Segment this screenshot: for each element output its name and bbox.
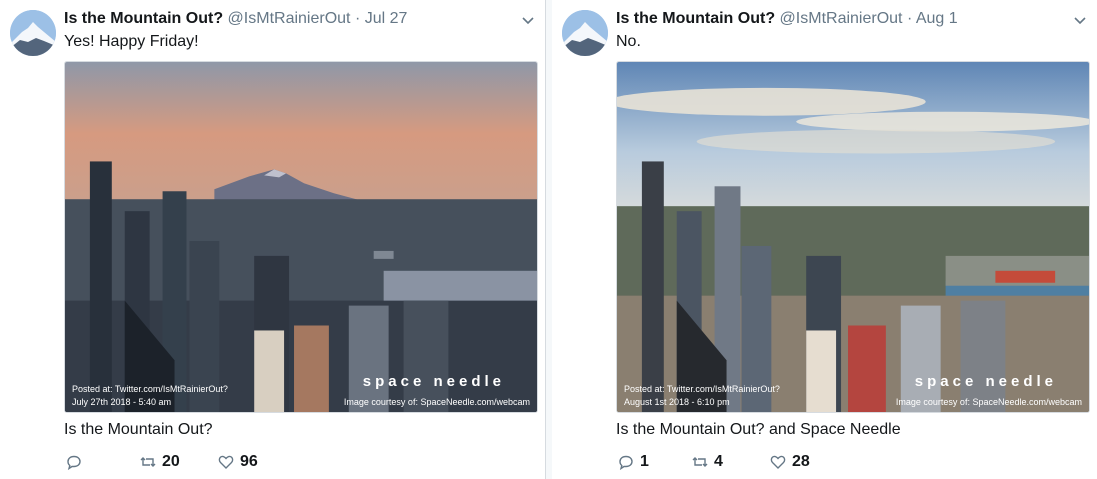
avatar[interactable] (10, 10, 56, 56)
display-name[interactable]: Is the Mountain Out? (64, 10, 223, 27)
tweet-image[interactable]: Posted at: Twitter.com/IsMtRainierOut? J… (64, 61, 538, 413)
image-courtesy-caption: Image courtesy of: SpaceNeedle.com/webca… (343, 397, 530, 407)
retweet-icon (140, 457, 156, 467)
like-count: 96 (240, 453, 258, 470)
tweet-header: Is the Mountain Out? @IsMtRainierOut · J… (64, 10, 407, 28)
separator-dot: · (906, 10, 913, 27)
chevron-down-icon[interactable] (520, 12, 536, 28)
retweet-count: 4 (714, 453, 723, 470)
tweet-header: Is the Mountain Out? @IsMtRainierOut · A… (616, 10, 958, 28)
tweet-text: Yes! Happy Friday! (64, 33, 199, 50)
tweet-text: No. (616, 33, 641, 50)
avatar[interactable] (562, 10, 608, 56)
tweet-timestamp[interactable]: Aug 1 (916, 10, 958, 27)
image-courtesy-caption: Image courtesy of: SpaceNeedle.com/webca… (895, 397, 1082, 407)
separator-dot: · (354, 10, 361, 27)
reply-button[interactable] (66, 452, 88, 472)
tweet-timestamp[interactable]: Jul 27 (365, 10, 408, 27)
mountain-avatar-image (10, 10, 56, 56)
reply-count: 1 (640, 453, 649, 470)
image-posted-caption: Posted at: Twitter.com/IsMtRainierOut? (624, 384, 780, 394)
user-handle[interactable]: @IsMtRainierOut (228, 10, 351, 27)
tweet-card[interactable]: Is the Mountain Out? @IsMtRainierOut · A… (552, 0, 1097, 479)
seattle-sunrise-photo (65, 62, 537, 412)
image-date-caption: August 1st 2018 - 6:10 pm (624, 397, 730, 407)
user-handle[interactable]: @IsMtRainierOut (780, 10, 903, 27)
like-button[interactable]: 28 (770, 452, 810, 472)
image-brand-watermark: space needle (914, 373, 1057, 390)
retweet-button[interactable]: 20 (140, 452, 180, 472)
retweet-icon (692, 457, 708, 467)
heart-icon (770, 455, 786, 469)
retweet-button[interactable]: 4 (692, 452, 723, 472)
retweet-count: 20 (162, 453, 180, 470)
image-posted-caption: Posted at: Twitter.com/IsMtRainierOut? (72, 384, 228, 394)
like-count: 28 (792, 453, 810, 470)
heart-icon (218, 455, 234, 469)
image-brand-watermark: space needle (362, 373, 505, 390)
tweet-image[interactable]: Posted at: Twitter.com/IsMtRainierOut? A… (616, 61, 1090, 413)
display-name[interactable]: Is the Mountain Out? (616, 10, 775, 27)
reply-icon (67, 455, 81, 470)
seattle-daytime-photo (617, 62, 1089, 412)
like-button[interactable]: 96 (218, 452, 258, 472)
reply-button[interactable]: 1 (618, 452, 649, 472)
reply-icon (619, 455, 633, 470)
card-title[interactable]: Is the Mountain Out? (64, 421, 213, 439)
card-title[interactable]: Is the Mountain Out? and Space Needle (616, 421, 901, 439)
tweet-card[interactable]: Is the Mountain Out? @IsMtRainierOut · J… (0, 0, 546, 479)
image-date-caption: July 27th 2018 - 5:40 am (72, 397, 172, 407)
chevron-down-icon[interactable] (1072, 12, 1088, 28)
mountain-avatar-image (562, 10, 608, 56)
